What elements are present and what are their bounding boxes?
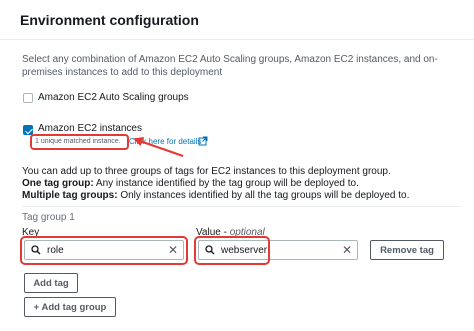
remove-tag-button[interactable]: Remove tag	[370, 240, 444, 260]
multiple-tag-groups-text: Only instances identified by all the tag…	[117, 190, 410, 201]
panel-description: Select any combination of Amazon EC2 Aut…	[22, 54, 438, 78]
value-input-highlight	[194, 236, 270, 265]
asg-checkbox-label[interactable]: Amazon EC2 Auto Scaling groups	[38, 92, 189, 103]
tag-groups-info: You can add up to three groups of tags f…	[22, 166, 391, 177]
one-tag-group-heading: One tag group:	[22, 178, 94, 189]
arrow-annotation	[133, 137, 184, 158]
key-input-highlight	[20, 236, 188, 265]
divider	[22, 206, 462, 207]
multiple-tag-groups-heading: Multiple tag groups:	[22, 190, 118, 201]
tag-group-label: Tag group 1	[22, 212, 75, 223]
one-tag-group-info: One tag group: Any instance identified b…	[22, 178, 359, 189]
asg-checkbox[interactable]	[23, 93, 33, 103]
clear-icon[interactable]: ✕	[342, 243, 352, 257]
one-tag-group-text: Any instance identified by the tag group…	[93, 178, 359, 189]
multiple-tag-groups-info: Multiple tag groups: Only instances iden…	[22, 190, 409, 201]
ec2-instances-checkbox-label[interactable]: Amazon EC2 instances	[38, 123, 142, 134]
panel-header: Environment configuration	[0, 0, 474, 40]
add-tag-group-button[interactable]: + Add tag group	[24, 297, 116, 317]
external-link-icon[interactable]	[198, 136, 208, 146]
panel-title: Environment configuration	[20, 12, 199, 28]
environment-configuration-panel: Environment configuration Select any com…	[0, 0, 474, 331]
add-tag-button[interactable]: Add tag	[24, 273, 78, 293]
matched-instance-text: 1 unique matched instance.	[35, 138, 121, 145]
